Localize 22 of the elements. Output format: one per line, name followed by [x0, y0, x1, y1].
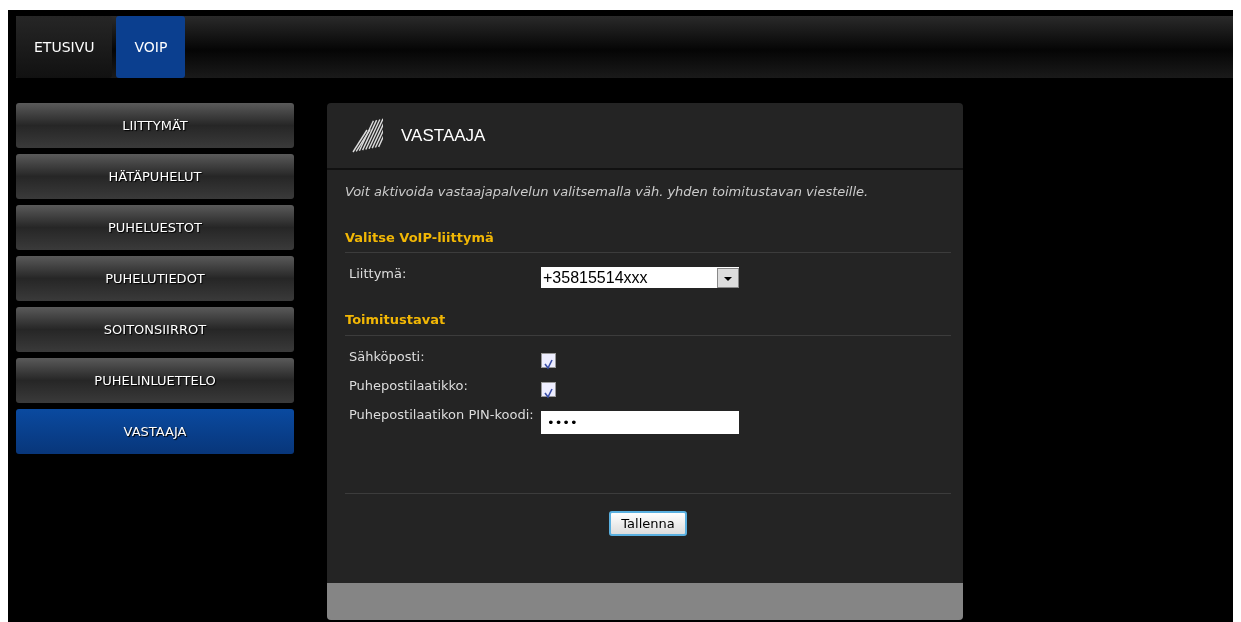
intro-text: Voit aktivoida vastaajapalvelun valitsemalla väh. yhden toimitustavan viesteille.: [345, 183, 870, 201]
save-button[interactable]: Tallenna: [609, 510, 687, 536]
checkbox[interactable]: [541, 352, 556, 368]
sidebar-item[interactable]: VASTAAJA: [16, 409, 294, 454]
panel-title: VASTAAJA: [401, 124, 486, 147]
field-label: Liittymä:: [348, 267, 408, 282]
sidebar-item[interactable]: PUHELUESTOT: [16, 205, 294, 250]
sidebar-item[interactable]: PUHELINLUETTELO: [16, 358, 294, 403]
pin-field[interactable]: ••••: [541, 410, 739, 434]
section-heading: Valitse VoIP-liittymä: [345, 227, 951, 253]
sidebar-item[interactable]: LIITTYMÄT: [16, 103, 294, 148]
sidebar-item[interactable]: HÄTÄPUHELUT: [16, 154, 294, 199]
sidebar-item[interactable]: SOITONSIIRROT: [16, 307, 294, 352]
sidebar-item[interactable]: PUHELUTIEDOT: [16, 256, 294, 301]
section-heading: Toimitustavat: [345, 310, 951, 336]
checkbox[interactable]: [541, 381, 556, 397]
nav-tab[interactable]: ETUSIVU: [16, 16, 113, 78]
field-label: Sähköposti:: [348, 349, 426, 365]
phone-line-select[interactable]: +35815514xxx: [541, 267, 739, 288]
field-label: Puhepostilaatikko:: [348, 378, 469, 394]
field-label: Puhepostilaatikon PIN-koodi:: [348, 407, 535, 423]
nav-tab[interactable]: VOIP: [116, 16, 186, 78]
